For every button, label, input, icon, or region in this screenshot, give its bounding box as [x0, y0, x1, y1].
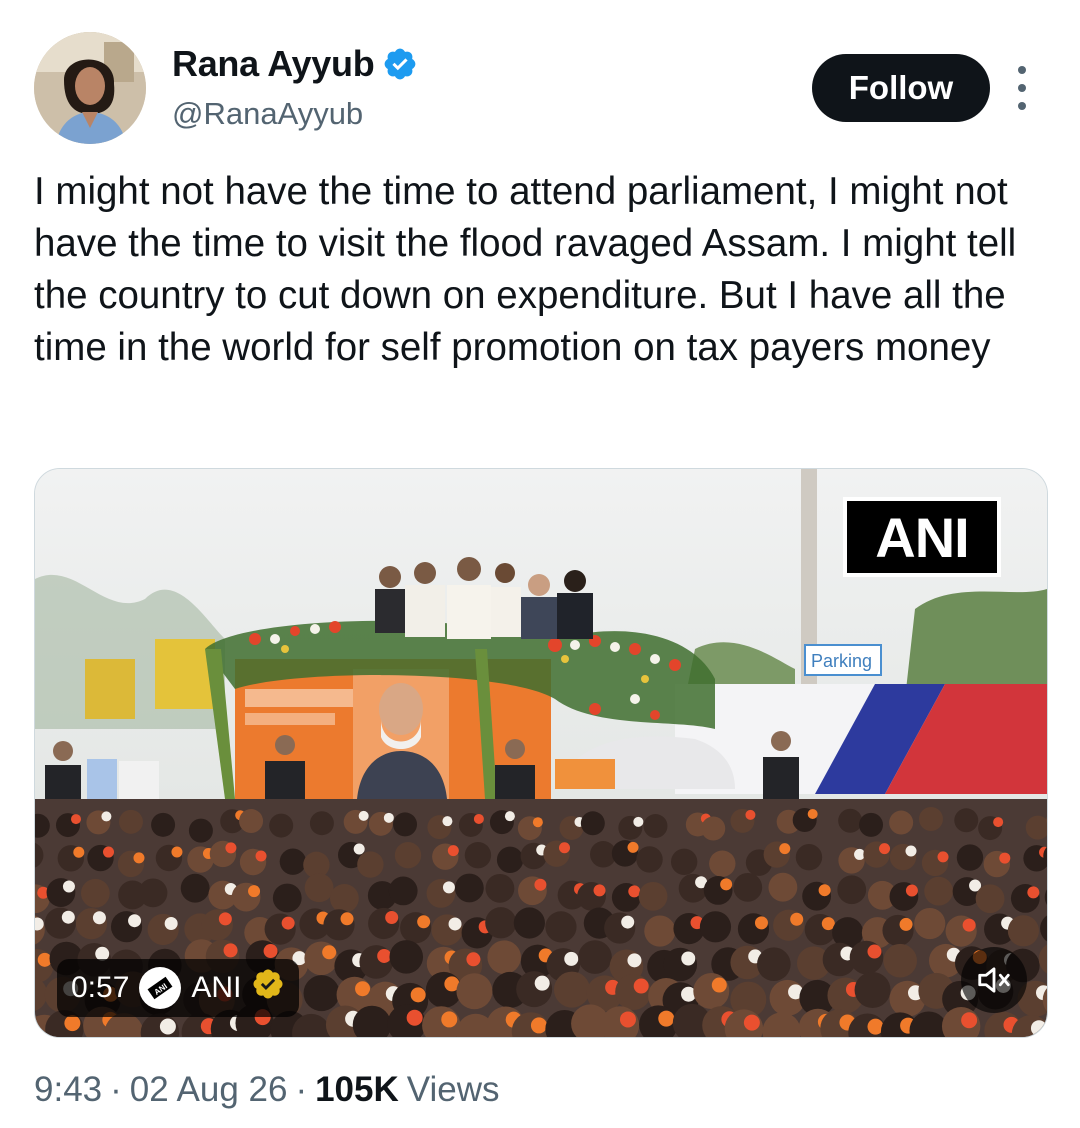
gold-verified-badge-icon: [251, 967, 285, 1009]
tweet-text: I might not have the time to attend parl…: [34, 170, 1017, 369]
avatar[interactable]: [34, 32, 146, 144]
views-label: Views: [406, 1070, 500, 1109]
profile-photo: [34, 32, 146, 144]
parking-sign-text: Parking: [811, 651, 872, 671]
video-player[interactable]: Parking ANI 0:57 ANI ANI: [34, 468, 1048, 1038]
mute-button[interactable]: [961, 947, 1027, 1013]
separator-dot: ·: [110, 1070, 122, 1109]
more-vertical-icon[interactable]: [1010, 66, 1034, 110]
author-name-row: Rana Ayyub: [172, 40, 418, 88]
author-handle[interactable]: @RanaAyyub: [172, 96, 363, 132]
follow-button[interactable]: Follow: [812, 54, 990, 122]
tweet-time[interactable]: 9:43: [34, 1070, 102, 1110]
separator-dot: ·: [295, 1070, 308, 1109]
tweet-date[interactable]: 02 Aug 26: [130, 1070, 288, 1110]
tweet-meta: 9:43 · 02 Aug 26 · 105K Views: [34, 1070, 500, 1110]
verified-badge-icon: [382, 46, 418, 82]
ani-logo-icon: ANI: [139, 967, 182, 1009]
video-duration: 0:57: [71, 971, 130, 1004]
display-name[interactable]: Rana Ayyub: [172, 43, 375, 85]
video-source-name[interactable]: ANI: [191, 971, 241, 1005]
video-info-pill: 0:57 ANI ANI: [57, 959, 300, 1017]
speaker-muted-icon: [978, 967, 1010, 993]
ani-watermark: ANI: [843, 497, 1001, 577]
views-count: 105K: [315, 1070, 399, 1109]
